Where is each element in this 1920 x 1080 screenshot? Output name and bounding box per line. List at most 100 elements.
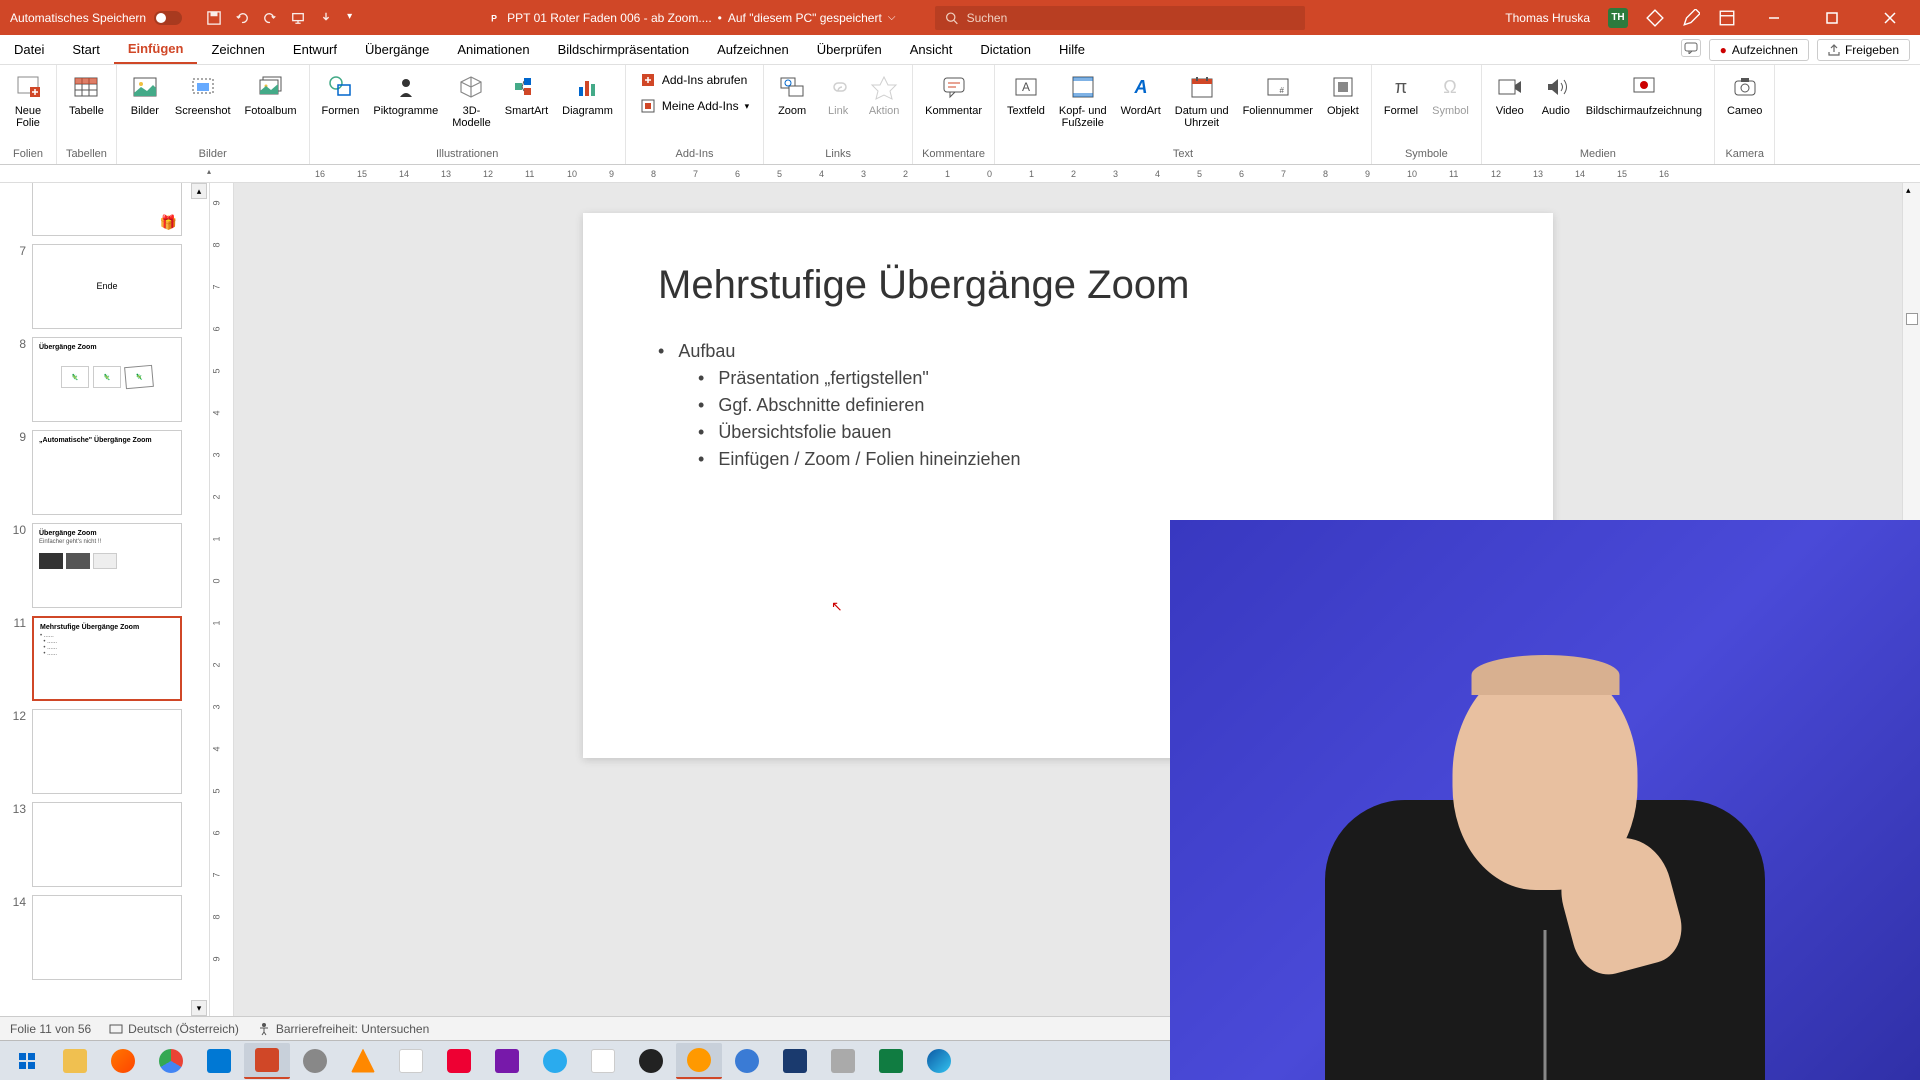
panel-scroll-down[interactable]: ▾ — [191, 1000, 207, 1016]
link-button[interactable]: Link — [818, 69, 858, 119]
taskbar-app-navy[interactable] — [772, 1043, 818, 1079]
3d-modelle-button[interactable]: 3D- Modelle — [448, 69, 495, 131]
touch-mode-icon[interactable] — [319, 11, 333, 25]
meine-addins-button[interactable]: Meine Add-Ins ▾ — [634, 95, 755, 117]
taskbar-app-white[interactable] — [388, 1043, 434, 1079]
neue-folie-button[interactable]: Neue Folie — [8, 69, 48, 131]
bilder-button[interactable]: Bilder — [125, 69, 165, 119]
textfeld-button[interactable]: A Textfeld — [1003, 69, 1049, 119]
scroll-up-icon[interactable]: ▴ — [1906, 185, 1911, 196]
taskbar-app-blue[interactable] — [724, 1043, 770, 1079]
zoom-button[interactable]: Zoom — [772, 69, 812, 119]
tab-ueberpruefen[interactable]: Überprüfen — [803, 35, 896, 64]
slide-thumb-14[interactable]: 14 — [0, 891, 209, 984]
slide-thumb-12[interactable]: 12 — [0, 705, 209, 798]
maximize-button[interactable] — [1812, 0, 1852, 35]
tab-start[interactable]: Start — [58, 35, 113, 64]
status-accessibility[interactable]: Barrierefreiheit: Untersuchen — [257, 1022, 429, 1036]
scroll-thumb[interactable] — [1906, 313, 1918, 325]
tab-datei[interactable]: Datei — [0, 35, 58, 64]
formen-button[interactable]: Formen — [318, 69, 364, 119]
screenshot-button[interactable]: Screenshot — [171, 69, 235, 119]
slide-thumb-10[interactable]: 10 Übergänge Zoom Einfacher geht's nicht… — [0, 519, 209, 612]
qat-overflow-icon[interactable]: ▾ — [347, 11, 352, 25]
audio-button[interactable]: Audio — [1536, 69, 1576, 119]
taskbar-edge[interactable] — [916, 1043, 962, 1079]
taskbar-app-white2[interactable] — [580, 1043, 626, 1079]
slide-thumb-6-partial[interactable]: 🎁 — [0, 183, 209, 240]
user-name-label[interactable]: Thomas Hruska — [1505, 11, 1590, 25]
tab-animationen[interactable]: Animationen — [443, 35, 543, 64]
tab-ansicht[interactable]: Ansicht — [896, 35, 967, 64]
bildschirmaufzeichnung-button[interactable]: Bildschirmaufzeichnung — [1582, 69, 1706, 119]
chevron-down-icon[interactable]: ⌵ — [888, 12, 896, 23]
taskbar-excel[interactable] — [868, 1043, 914, 1079]
diamond-icon[interactable] — [1646, 9, 1664, 27]
taskbar-firefox[interactable] — [100, 1043, 146, 1079]
aufzeichnen-button[interactable]: ●Aufzeichnen — [1709, 39, 1809, 61]
taskbar-obs[interactable] — [628, 1043, 674, 1079]
aktion-button[interactable]: Aktion — [864, 69, 904, 119]
diagramm-button[interactable]: Diagramm — [558, 69, 617, 119]
pen-icon[interactable] — [1682, 9, 1700, 27]
freigeben-button[interactable]: Freigeben — [1817, 39, 1910, 61]
search-input[interactable] — [967, 11, 1296, 25]
video-button[interactable]: Video — [1490, 69, 1530, 119]
slide-thumb-13[interactable]: 13 — [0, 798, 209, 891]
status-language[interactable]: Deutsch (Österreich) — [109, 1022, 239, 1036]
taskbar-explorer[interactable] — [52, 1043, 98, 1079]
taskbar-powerpoint[interactable] — [244, 1043, 290, 1079]
kommentar-button[interactable]: Kommentar — [921, 69, 986, 119]
slide-thumb-11[interactable]: 11 Mehrstufige Übergänge Zoom • ...... •… — [0, 612, 209, 705]
taskbar-outlook[interactable] — [196, 1043, 242, 1079]
undo-icon[interactable] — [235, 11, 249, 25]
user-avatar[interactable]: TH — [1608, 8, 1628, 28]
wordart-button[interactable]: A WordArt — [1117, 69, 1165, 119]
formel-button[interactable]: π Formel — [1380, 69, 1422, 119]
status-slide-count[interactable]: Folie 11 von 56 — [10, 1022, 91, 1036]
redo-icon[interactable] — [263, 11, 277, 25]
slide-thumbnails-panel[interactable]: ▴ 🎁 7 Ende 8 Übergänge Zoom 🦎 🦎 🦎 9 „Aut… — [0, 183, 210, 1016]
tab-entwurf[interactable]: Entwurf — [279, 35, 351, 64]
autosave-toggle[interactable]: Automatisches Speichern — [0, 11, 192, 25]
tab-aufzeichnen[interactable]: Aufzeichnen — [703, 35, 803, 64]
taskbar-vlc[interactable] — [340, 1043, 386, 1079]
smartart-button[interactable]: SmartArt — [501, 69, 552, 119]
panel-scroll-up[interactable]: ▴ — [191, 183, 207, 199]
taskbar-telegram[interactable] — [532, 1043, 578, 1079]
start-button[interactable] — [4, 1043, 50, 1079]
slide-thumb-9[interactable]: 9 „Automatische" Übergänge Zoom — [0, 426, 209, 519]
slide-thumb-7[interactable]: 7 Ende — [0, 240, 209, 333]
taskbar-chrome[interactable] — [148, 1043, 194, 1079]
taskbar-app-grey2[interactable] — [820, 1043, 866, 1079]
tab-bildschirm[interactable]: Bildschirmpräsentation — [544, 35, 704, 64]
taskbar-onenote[interactable] — [484, 1043, 530, 1079]
taskbar-app-red[interactable] — [436, 1043, 482, 1079]
minimize-button[interactable] — [1754, 0, 1794, 35]
datum-uhrzeit-button[interactable]: Datum und Uhrzeit — [1171, 69, 1233, 131]
tab-hilfe[interactable]: Hilfe — [1045, 35, 1099, 64]
objekt-button[interactable]: Objekt — [1323, 69, 1363, 119]
toggle-switch-icon[interactable] — [154, 11, 182, 25]
fotoalbum-button[interactable]: Fotoalbum — [241, 69, 301, 119]
save-icon[interactable] — [207, 11, 221, 25]
piktogramme-button[interactable]: Piktogramme — [369, 69, 442, 119]
addins-abrufen-button[interactable]: Add-Ins abrufen — [634, 69, 755, 91]
present-icon[interactable] — [291, 11, 305, 25]
cameo-button[interactable]: Cameo — [1723, 69, 1766, 119]
taskbar-app-grey[interactable] — [292, 1043, 338, 1079]
kopf-fusszeile-button[interactable]: Kopf- und Fußzeile — [1055, 69, 1111, 131]
taskbar-app-orange[interactable] — [676, 1043, 722, 1079]
tab-uebergaenge[interactable]: Übergänge — [351, 35, 443, 64]
ruler-scroll-up-icon[interactable]: ▴ — [207, 167, 211, 176]
slide-title[interactable]: Mehrstufige Übergänge Zoom — [658, 263, 1478, 308]
comments-button[interactable] — [1681, 39, 1701, 57]
tabelle-button[interactable]: Tabelle — [65, 69, 108, 119]
ribbon-display-icon[interactable] — [1718, 9, 1736, 27]
foliennummer-button[interactable]: # Foliennummer — [1239, 69, 1317, 119]
close-button[interactable] — [1870, 0, 1910, 35]
tab-dictation[interactable]: Dictation — [966, 35, 1045, 64]
slide-bullets[interactable]: Aufbau Präsentation „fertigstellen" Ggf.… — [658, 338, 1478, 473]
symbol-button[interactable]: Ω Symbol — [1428, 69, 1473, 119]
tab-einfuegen[interactable]: Einfügen — [114, 35, 198, 64]
